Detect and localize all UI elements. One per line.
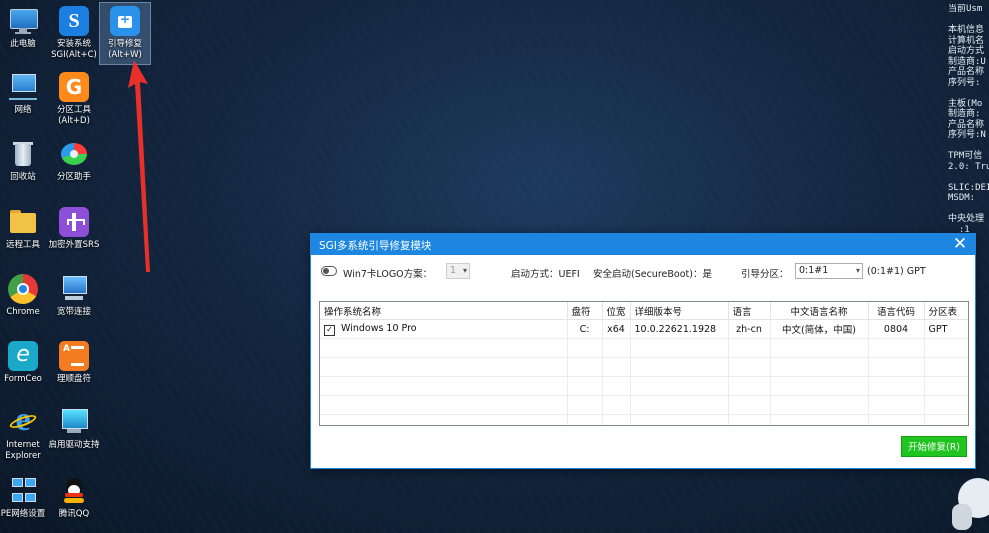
desktop-icon-label: 启用驱动支持 — [48, 440, 100, 450]
desktop-icon-install-system[interactable]: S 安装系统 SGI(Alt+C) — [43, 6, 105, 61]
table-row-empty — [320, 357, 968, 377]
monitor-icon — [8, 6, 38, 36]
column-header[interactable]: 详细版本号 — [630, 302, 729, 320]
desktop-icon-label: 腾讯QQ — [58, 509, 90, 519]
desktop-icon-label: 分区工具 (Alt+D) — [56, 105, 91, 126]
internet-explorer-icon — [8, 403, 38, 437]
os-name: Windows 10 Pro — [341, 322, 417, 334]
desktop-icon-driver-support[interactable]: 启用驱动支持 — [43, 407, 105, 451]
boot-partition-select[interactable]: 0:1#1 ▾ — [795, 263, 863, 279]
language-cn-cell: 中文(简体，中国) — [770, 319, 869, 339]
formceo-icon — [8, 341, 38, 371]
boot-partition-info: (0:1#1) GPT — [867, 266, 926, 277]
red-arrow-annotation — [128, 60, 150, 272]
os-table: 操作系统名称 盘符 位宽 详细版本号 语言 中文语言名称 语言代码 分区表 ✓ W… — [319, 301, 969, 426]
column-header[interactable]: 盘符 — [567, 302, 603, 320]
language-cell: zh-cn — [728, 319, 771, 339]
table-row-empty — [320, 395, 968, 415]
table-row[interactable]: ✓ Windows 10 Pro C: x64 10.0.22621.1928 z… — [320, 319, 968, 339]
network-icon — [8, 72, 38, 102]
desktop-icon-label: 宽带连接 — [56, 307, 91, 317]
column-header[interactable]: 语言 — [728, 302, 771, 320]
sgi-install-icon: S — [59, 6, 89, 36]
boot-mode-text: 启动方式：UEFI — [511, 269, 580, 280]
usb-icon — [59, 207, 89, 237]
column-header[interactable]: 操作系统名称 — [320, 302, 568, 320]
table-row-empty — [320, 376, 968, 396]
desktop-icon-drive-letters[interactable]: 理顺盘符 — [43, 341, 105, 385]
desktop-icon-partition-tool[interactable]: G 分区工具 (Alt+D) — [43, 72, 105, 127]
win7-logo-label: Win7卡LOGO方案： — [343, 269, 433, 280]
win7-logo-value: 1 — [450, 265, 457, 276]
drive-letter-icon — [59, 341, 89, 371]
chrome-icon — [8, 274, 38, 304]
language-code-cell: 0804 — [868, 319, 925, 339]
win7-logo-select[interactable]: 1 ▾ — [446, 263, 470, 279]
desktop-icon-label: 分区助手 — [56, 172, 91, 182]
dialog-titlebar[interactable]: SGI多系统引导修复模块 ✕ — [311, 234, 975, 255]
column-header[interactable]: 分区表 — [924, 302, 968, 320]
start-repair-button[interactable]: 开始修复(R) — [901, 436, 967, 457]
desktop-icon-qq[interactable]: 腾讯QQ — [43, 476, 105, 520]
options-row: Win7卡LOGO方案： 1 ▾ 启动方式：UEFI 安全启动(SecureBo… — [311, 262, 975, 282]
desktop-icon-label: 安装系统 SGI(Alt+C) — [51, 39, 97, 60]
folder-icon — [8, 207, 38, 237]
desktop-icon-boot-repair[interactable]: 引导修复 (Alt+W) — [99, 2, 151, 65]
qq-penguin-icon — [59, 476, 89, 506]
broadband-icon — [59, 274, 89, 304]
mascot-figure — [952, 470, 989, 533]
boot-partition-value: 0:1#1 — [799, 265, 829, 276]
chevron-down-icon: ▾ — [855, 266, 860, 275]
column-header[interactable]: 中文语言名称 — [770, 302, 869, 320]
drive-letter-cell: C: — [567, 319, 603, 339]
dialog-title: SGI多系统引导修复模块 — [319, 240, 432, 252]
chevron-down-icon: ▾ — [462, 266, 467, 275]
version-cell: 10.0.22621.1928 — [630, 319, 729, 339]
win7-logo-toggle[interactable] — [321, 266, 337, 276]
table-row-empty — [320, 338, 968, 358]
desktop-icon-partition-assistant[interactable]: 分区助手 — [43, 139, 105, 183]
partition-assistant-icon — [59, 139, 89, 169]
column-header[interactable]: 语言代码 — [868, 302, 925, 320]
pe-network-icon — [8, 476, 38, 506]
table-row-empty — [320, 414, 968, 425]
desktop-icon-encrypted-srs[interactable]: 加密外置SRS — [43, 207, 105, 251]
table-header-row: 操作系统名称 盘符 位宽 详细版本号 语言 中文语言名称 语言代码 分区表 — [320, 302, 968, 320]
partition-table-cell: GPT — [924, 319, 968, 339]
bits-cell: x64 — [602, 319, 631, 339]
desktop-icon-broadband[interactable]: 宽带连接 — [43, 274, 105, 318]
secure-boot-text: 安全启动(SecureBoot)：是 — [593, 269, 712, 280]
column-header[interactable]: 位宽 — [602, 302, 631, 320]
desktop-icon-label: 理顺盘符 — [56, 374, 91, 384]
driver-support-icon — [59, 407, 89, 437]
desktop-icon-label: 加密外置SRS — [48, 240, 100, 250]
boot-partition-label: 引导分区： — [741, 269, 789, 280]
boot-repair-dialog: SGI多系统引导修复模块 ✕ Win7卡LOGO方案： 1 ▾ 启动方式：UEF… — [310, 233, 976, 469]
close-icon[interactable]: ✕ — [951, 235, 969, 254]
recycle-bin-icon — [8, 139, 38, 169]
boot-repair-icon — [110, 6, 140, 36]
partition-tool-icon: G — [59, 72, 89, 102]
desktop-icon-label: 引导修复 (Alt+W) — [107, 39, 142, 60]
os-checkbox[interactable]: ✓ — [324, 324, 335, 336]
